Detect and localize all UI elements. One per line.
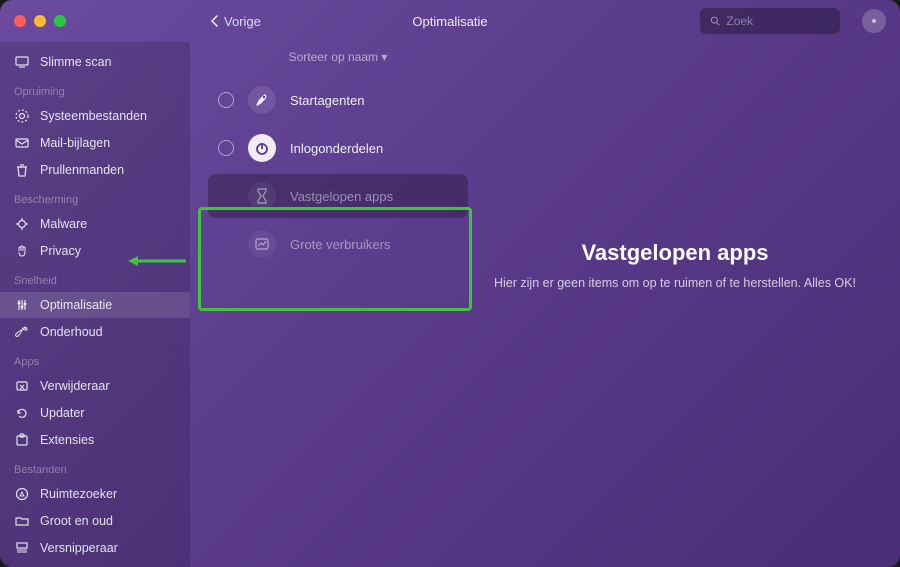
hourglass-icon — [248, 182, 276, 210]
monitor-icon — [14, 54, 30, 70]
sort-button[interactable]: Sorteer op naam ▾ — [208, 50, 468, 64]
sidebar-item-shredder[interactable]: Versnipperaar — [0, 535, 190, 561]
back-label: Vorige — [224, 14, 261, 29]
sidebar-item-trash-bins[interactable]: Prullenmanden — [0, 157, 190, 183]
sidebar-item-large-old[interactable]: Groot en oud — [0, 508, 190, 534]
category-label: Grote verbruikers — [290, 237, 390, 252]
category-label: Inlogonderdelen — [290, 141, 383, 156]
sidebar-heading-files: Bestanden — [0, 454, 190, 480]
gear-icon — [14, 108, 30, 124]
minimize-window-button[interactable] — [34, 15, 46, 27]
sidebar-item-updater[interactable]: Updater — [0, 400, 190, 426]
category-list: Sorteer op naam ▾ Startagenten Inlogonde… — [190, 42, 480, 567]
sidebar-item-label: Slimme scan — [40, 55, 112, 69]
detail-title: Vastgelopen apps — [581, 240, 768, 266]
sidebar-item-label: Updater — [40, 406, 84, 420]
shredder-icon — [14, 540, 30, 556]
sidebar-heading-speed: Snelheid — [0, 265, 190, 291]
sidebar-item-system-files[interactable]: Systeembestanden — [0, 103, 190, 129]
sidebar-heading-apps: Apps — [0, 346, 190, 372]
close-window-button[interactable] — [14, 15, 26, 27]
user-menu-button[interactable] — [862, 9, 886, 33]
annotation-arrow-icon — [128, 256, 186, 266]
titlebar: Vorige Optimalisatie — [0, 0, 900, 42]
app-window: Vorige Optimalisatie Slimme scan Opruimi… — [0, 0, 900, 567]
refresh-icon — [14, 405, 30, 421]
sidebar-item-label: Malware — [40, 217, 87, 231]
sidebar-heading-cleanup: Opruiming — [0, 76, 190, 102]
rocket-icon — [248, 86, 276, 114]
sidebar-item-label: Versnipperaar — [40, 541, 118, 555]
folder-icon — [14, 513, 30, 529]
category-row-launch-agents[interactable]: Startagenten — [208, 78, 468, 122]
mail-icon — [14, 135, 30, 151]
hand-icon — [14, 243, 30, 259]
sidebar-item-uninstaller[interactable]: Verwijderaar — [0, 373, 190, 399]
search-icon — [710, 15, 720, 27]
category-row-login-items[interactable]: Inlogonderdelen — [208, 126, 468, 170]
search-box[interactable] — [700, 8, 840, 34]
puzzle-icon — [14, 432, 30, 448]
sidebar-item-maintenance[interactable]: Onderhoud — [0, 319, 190, 345]
detail-subtitle: Hier zijn er geen items om op te ruimen … — [494, 276, 856, 290]
sliders-icon — [14, 297, 30, 313]
sidebar-item-optimization[interactable]: Optimalisatie — [0, 292, 190, 318]
sidebar-item-space-lens[interactable]: Ruimtezoeker — [0, 481, 190, 507]
category-row-hung-apps[interactable]: Vastgelopen apps — [208, 174, 468, 218]
sidebar-item-label: Prullenmanden — [40, 163, 124, 177]
sidebar-item-mail-attachments[interactable]: Mail-bijlagen — [0, 130, 190, 156]
chevron-left-icon — [210, 15, 218, 27]
sidebar-item-label: Extensies — [40, 433, 94, 447]
sidebar-item-label: Systeembestanden — [40, 109, 147, 123]
sidebar-item-label: Mail-bijlagen — [40, 136, 110, 150]
chart-icon — [248, 230, 276, 258]
sidebar-item-label: Optimalisatie — [40, 298, 112, 312]
sidebar-item-malware[interactable]: Malware — [0, 211, 190, 237]
sidebar-heading-protection: Bescherming — [0, 184, 190, 210]
maximize-window-button[interactable] — [54, 15, 66, 27]
category-row-heavy-consumers[interactable]: Grote verbruikers — [208, 222, 468, 266]
uninstall-icon — [14, 378, 30, 394]
sidebar-item-label: Privacy — [40, 244, 81, 258]
main-content: Sorteer op naam ▾ Startagenten Inlogonde… — [190, 42, 900, 567]
category-label: Vastgelopen apps — [290, 189, 393, 204]
search-input[interactable] — [726, 14, 830, 28]
sidebar-item-label: Groot en oud — [40, 514, 113, 528]
sidebar-item-smart-scan[interactable]: Slimme scan — [0, 49, 190, 75]
sidebar-item-label: Ruimtezoeker — [40, 487, 117, 501]
sidebar-item-label: Verwijderaar — [40, 379, 109, 393]
trash-icon — [14, 162, 30, 178]
wrench-icon — [14, 324, 30, 340]
back-button[interactable]: Vorige — [210, 0, 261, 42]
sidebar-item-label: Onderhoud — [40, 325, 103, 339]
bug-icon — [14, 216, 30, 232]
user-icon — [868, 15, 880, 27]
sidebar-item-extensions[interactable]: Extensies — [0, 427, 190, 453]
page-title: Optimalisatie — [412, 14, 487, 29]
power-icon — [248, 134, 276, 162]
body: Slimme scan Opruiming Systeembestanden M… — [0, 42, 900, 567]
radio-button[interactable] — [218, 140, 234, 156]
detail-panel: Vastgelopen apps Hier zijn er geen items… — [480, 42, 900, 567]
sidebar: Slimme scan Opruiming Systeembestanden M… — [0, 42, 190, 567]
radio-button[interactable] — [218, 92, 234, 108]
category-label: Startagenten — [290, 93, 364, 108]
window-controls — [14, 15, 66, 27]
compass-icon — [14, 486, 30, 502]
